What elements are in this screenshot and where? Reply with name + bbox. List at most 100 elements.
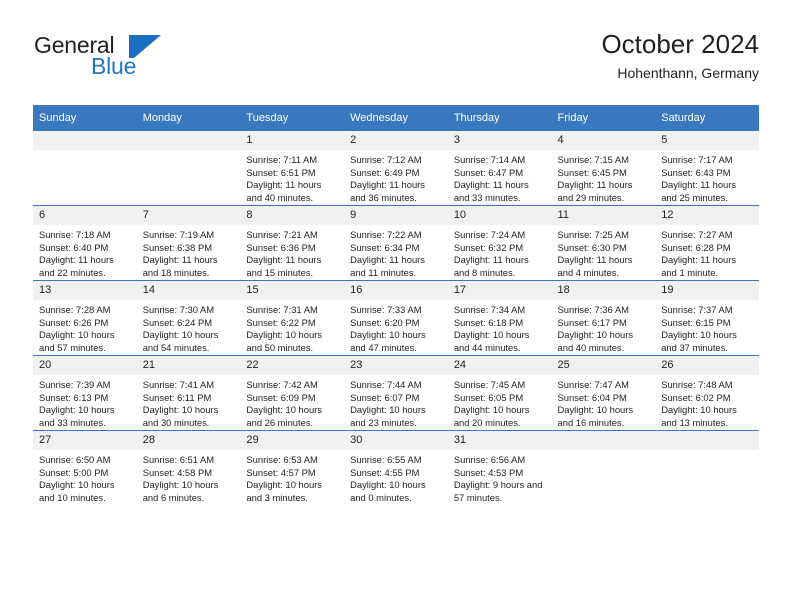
calendar-cell-day[interactable]: 3 Sunrise: 7:14 AM Sunset: 6:47 PM Daylight…: [447, 131, 552, 206]
sunrise-text: Sunrise: 7:45 AM: [453, 379, 526, 390]
daylight-text: Daylight: 10 hours and 50 minutes.: [246, 329, 322, 353]
day-details: Sunrise: 7:39 AM Sunset: 6:13 PM Daylight:…: [33, 375, 137, 429]
sunset-text: Sunset: 6:15 PM: [661, 316, 731, 328]
calendar-cell-day[interactable]: 31 Sunrise: 6:56 AM Sunset: 4:53 PM Dayligh…: [447, 430, 552, 505]
calendar-cell-day[interactable]: 18 Sunrise: 7:36 AM Sunset: 6:17 PM Dayligh…: [551, 280, 656, 356]
weekday-header-wednesday: Wednesday: [344, 105, 448, 131]
calendar-week-row: 13 Sunrise: 7:28 AM Sunset: 6:26 PM Dayligh…: [33, 280, 759, 356]
calendar-week-row: 6 Sunrise: 7:18 AM Sunset: 6:40 PM Daylight…: [33, 205, 759, 281]
calendar-cell-day[interactable]: 24 Sunrise: 7:45 AM Sunset: 6:05 PM Dayligh…: [447, 355, 552, 431]
calendar-cell-day[interactable]: 6 Sunrise: 7:18 AM Sunset: 6:40 PM Daylight…: [33, 205, 137, 281]
daylight-text: Daylight: 11 hours and 40 minutes.: [246, 179, 322, 203]
sunrise-text: Sunrise: 7:44 AM: [350, 379, 422, 390]
sunrise-text: Sunrise: 7:36 AM: [557, 304, 629, 315]
day-number: 13: [33, 281, 137, 300]
day-number: 9: [344, 206, 448, 225]
calendar-cell-day[interactable]: 4 Sunrise: 7:15 AM Sunset: 6:45 PM Daylight…: [551, 131, 656, 206]
calendar-cell-day[interactable]: 22 Sunrise: 7:42 AM Sunset: 6:09 PM Dayligh…: [240, 355, 345, 431]
calendar-cell-day[interactable]: 5 Sunrise: 7:17 AM Sunset: 6:43 PM Daylight…: [655, 131, 759, 206]
day-details: Sunrise: 7:47 AM Sunset: 6:04 PM Daylight:…: [552, 375, 656, 429]
calendar-cell-day[interactable]: 13 Sunrise: 7:28 AM Sunset: 6:26 PM Dayligh…: [33, 280, 137, 356]
daylight-text: Daylight: 11 hours and 15 minutes.: [246, 254, 322, 278]
day-number: 6: [33, 206, 137, 225]
day-details: Sunrise: 7:42 AM Sunset: 6:09 PM Daylight:…: [240, 375, 344, 429]
page-subtitle: Hohenthann, Germany: [617, 65, 759, 81]
day-details: Sunrise: 7:24 AM Sunset: 6:32 PM Daylight:…: [448, 225, 552, 279]
calendar-cell-day[interactable]: 10 Sunrise: 7:24 AM Sunset: 6:32 PM Dayligh…: [447, 205, 552, 281]
day-number: 2: [344, 131, 448, 150]
calendar-cell-day[interactable]: 15 Sunrise: 7:31 AM Sunset: 6:22 PM Dayligh…: [240, 280, 345, 356]
sunset-text: Sunset: 6:34 PM: [350, 241, 420, 253]
sunset-text: Sunset: 6:20 PM: [350, 316, 420, 328]
calendar-cell-day[interactable]: 28 Sunrise: 6:51 AM Sunset: 4:58 PM Dayligh…: [136, 430, 241, 505]
daylight-text: Daylight: 10 hours and 20 minutes.: [453, 404, 530, 428]
sunset-text: Sunset: 6:38 PM: [142, 241, 213, 253]
calendar-cell-day[interactable]: 11 Sunrise: 7:25 AM Sunset: 6:30 PM Dayligh…: [551, 205, 656, 281]
calendar-cell-empty: [33, 131, 137, 206]
day-number: 20: [33, 356, 137, 375]
sunrise-text: Sunrise: 7:17 AM: [661, 154, 733, 165]
sunrise-text: Sunrise: 7:18 AM: [39, 229, 111, 240]
calendar-cell-empty: [655, 430, 759, 505]
calendar-cell-day[interactable]: 25 Sunrise: 7:47 AM Sunset: 6:04 PM Dayligh…: [551, 355, 656, 431]
day-number: 26: [655, 356, 759, 375]
day-details: Sunrise: 7:45 AM Sunset: 6:05 PM Daylight:…: [448, 375, 552, 429]
sunrise-text: Sunrise: 7:11 AM: [246, 154, 318, 165]
sunset-text: Sunset: 5:00 PM: [39, 466, 109, 478]
calendar-cell-day[interactable]: 27 Sunrise: 6:50 AM Sunset: 5:00 PM Dayligh…: [33, 430, 137, 505]
calendar-cell-day[interactable]: 2 Sunrise: 7:12 AM Sunset: 6:49 PM Daylight…: [344, 131, 448, 206]
day-number: [551, 431, 656, 450]
day-number: 27: [33, 431, 137, 450]
daylight-text: Daylight: 9 hours and 57 minutes.: [453, 479, 543, 503]
day-details: Sunrise: 7:22 AM Sunset: 6:34 PM Daylight:…: [344, 225, 448, 279]
weekday-header-row: Sunday Monday Tuesday Wednesday Thursday…: [33, 105, 759, 131]
sunrise-text: Sunrise: 7:24 AM: [453, 229, 526, 240]
logo-text-blue: Blue: [91, 53, 137, 79]
calendar-cell-day[interactable]: 7 Sunrise: 7:19 AM Sunset: 6:38 PM Daylight…: [136, 205, 241, 281]
day-details: Sunrise: 7:41 AM Sunset: 6:11 PM Daylight:…: [137, 375, 241, 429]
calendar-page: General Blue October 2024 Hohenthann, Ge…: [0, 0, 792, 612]
calendar-cell-day[interactable]: 14 Sunrise: 7:30 AM Sunset: 6:24 PM Dayligh…: [136, 280, 241, 356]
calendar-cell-day[interactable]: 23 Sunrise: 7:44 AM Sunset: 6:07 PM Dayligh…: [344, 355, 448, 431]
sunrise-text: Sunrise: 6:53 AM: [246, 454, 318, 465]
calendar-cell-day[interactable]: 1 Sunrise: 7:11 AM Sunset: 6:51 PM Daylight…: [240, 131, 345, 206]
daylight-text: Daylight: 11 hours and 4 minutes.: [557, 254, 633, 278]
calendar-cell-day[interactable]: 20 Sunrise: 7:39 AM Sunset: 6:13 PM Dayligh…: [33, 355, 137, 431]
day-details: Sunrise: 7:21 AM Sunset: 6:36 PM Daylight:…: [240, 225, 344, 279]
day-number: 11: [551, 206, 656, 225]
sunset-text: Sunset: 6:49 PM: [350, 166, 420, 178]
calendar-cell-day[interactable]: 16 Sunrise: 7:33 AM Sunset: 6:20 PM Dayligh…: [344, 280, 448, 356]
daylight-text: Daylight: 11 hours and 8 minutes.: [453, 254, 529, 278]
sunrise-text: Sunrise: 7:25 AM: [557, 229, 629, 240]
calendar-cell-day[interactable]: 26 Sunrise: 7:48 AM Sunset: 6:02 PM Dayligh…: [655, 355, 759, 431]
calendar-cell-empty: [551, 430, 656, 505]
daylight-text: Daylight: 10 hours and 47 minutes.: [350, 329, 426, 353]
sunset-text: Sunset: 6:51 PM: [246, 166, 316, 178]
calendar-cell-day[interactable]: 12 Sunrise: 7:27 AM Sunset: 6:28 PM Dayligh…: [655, 205, 759, 281]
day-number: 16: [344, 281, 448, 300]
weekday-header-friday: Friday: [551, 105, 656, 131]
calendar-week-row: 20 Sunrise: 7:39 AM Sunset: 6:13 PM Dayligh…: [33, 355, 759, 431]
sunrise-text: Sunrise: 7:19 AM: [142, 229, 215, 240]
calendar-cell-day[interactable]: 21 Sunrise: 7:41 AM Sunset: 6:11 PM Dayligh…: [136, 355, 241, 431]
day-details: Sunrise: 7:12 AM Sunset: 6:49 PM Daylight:…: [344, 150, 448, 204]
sunset-text: Sunset: 6:47 PM: [453, 166, 524, 178]
calendar-cell-day[interactable]: 9 Sunrise: 7:22 AM Sunset: 6:34 PM Daylight…: [344, 205, 448, 281]
sunset-text: Sunset: 6:24 PM: [142, 316, 213, 328]
calendar-cell-day[interactable]: 29 Sunrise: 6:53 AM Sunset: 4:57 PM Dayligh…: [240, 430, 345, 505]
weekday-header-tuesday: Tuesday: [240, 105, 345, 131]
general-blue-logo[interactable]: General Blue: [33, 32, 203, 88]
calendar-cell-day[interactable]: 19 Sunrise: 7:37 AM Sunset: 6:15 PM Dayligh…: [655, 280, 759, 356]
day-details: Sunrise: 7:31 AM Sunset: 6:22 PM Daylight:…: [240, 300, 344, 354]
daylight-text: Daylight: 10 hours and 30 minutes.: [142, 404, 219, 428]
sunset-text: Sunset: 6:02 PM: [661, 391, 731, 403]
calendar-cell-day[interactable]: 8 Sunrise: 7:21 AM Sunset: 6:36 PM Daylight…: [240, 205, 345, 281]
calendar-cell-day[interactable]: 30 Sunrise: 6:55 AM Sunset: 4:55 PM Dayligh…: [344, 430, 448, 505]
sunset-text: Sunset: 6:40 PM: [39, 241, 109, 253]
sunset-text: Sunset: 6:13 PM: [39, 391, 109, 403]
sunrise-text: Sunrise: 6:50 AM: [39, 454, 111, 465]
calendar-cell-day[interactable]: 17 Sunrise: 7:34 AM Sunset: 6:18 PM Dayligh…: [447, 280, 552, 356]
weekday-header-sunday: Sunday: [33, 105, 137, 131]
day-details: Sunrise: 7:28 AM Sunset: 6:26 PM Daylight:…: [33, 300, 137, 354]
sunset-text: Sunset: 6:11 PM: [142, 391, 212, 403]
